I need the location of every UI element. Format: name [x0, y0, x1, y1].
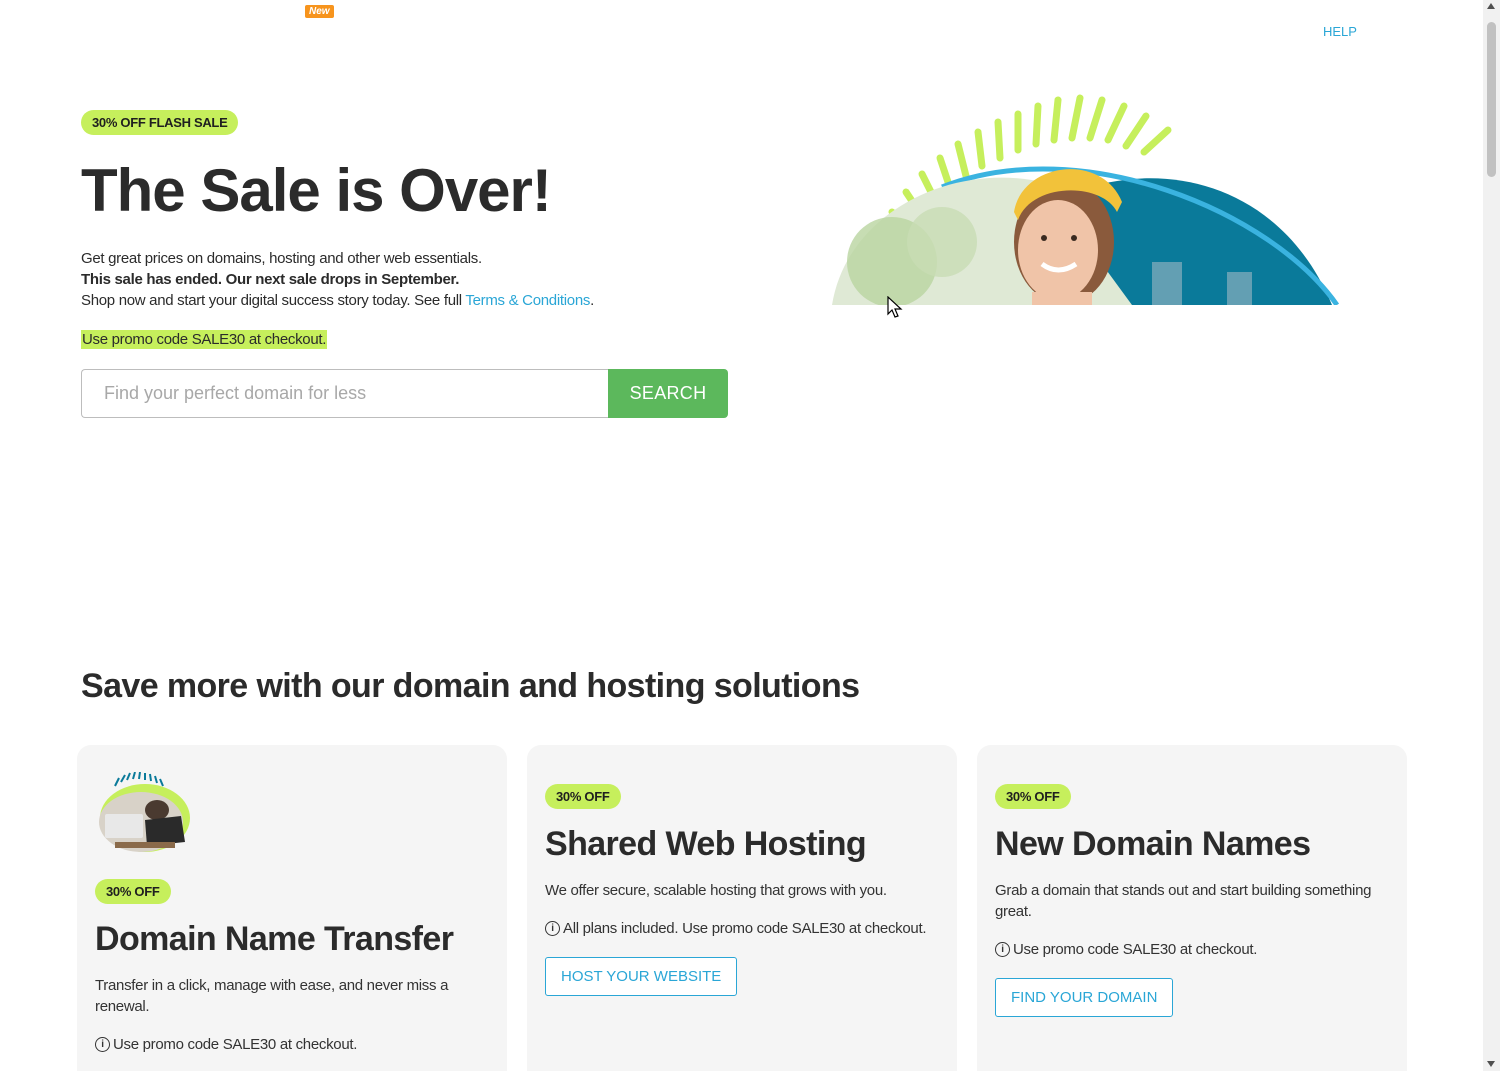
hero-desc-line-1: Get great prices on domains, hosting and…	[81, 250, 482, 267]
card-shared-hosting: 30% OFF Shared Web Hosting We offer secu…	[527, 745, 957, 1071]
card-title: Domain Name Transfer	[95, 920, 454, 958]
card-new-domain-names: 30% OFF New Domain Names Grab a domain t…	[977, 745, 1407, 1071]
promo-highlight: Use promo code SALE30 at checkout.	[81, 330, 328, 349]
hero-description: Get great prices on domains, hosting and…	[81, 248, 781, 311]
scroll-up-arrow-icon[interactable]	[1487, 3, 1495, 9]
discount-badge: 30% OFF	[545, 784, 621, 809]
help-link[interactable]: HELP	[1323, 24, 1357, 39]
info-icon: i	[995, 942, 1010, 957]
scrollbar-thumb[interactable]	[1487, 22, 1496, 177]
card-note: i Use promo code SALE30 at checkout.	[995, 941, 1389, 958]
card-domain-transfer: 30% OFF Domain Name Transfer Transfer in…	[77, 745, 507, 1071]
laptop-user-image	[99, 772, 190, 852]
terms-link[interactable]: Terms & Conditions	[465, 292, 590, 309]
section-title: Save more with our domain and hosting so…	[81, 667, 860, 705]
card-title: New Domain Names	[995, 825, 1311, 863]
vertical-scrollbar[interactable]	[1483, 0, 1500, 1071]
hero-desc-line-3: Shop now and start your digital success …	[81, 292, 594, 309]
mouse-cursor-icon	[887, 296, 903, 318]
scroll-down-arrow-icon[interactable]	[1487, 1061, 1495, 1067]
card-description: Grab a domain that stands out and start …	[995, 882, 1372, 920]
hero-desc-line-2: This sale has ended. Our next sale drops…	[81, 271, 460, 288]
domain-search-input[interactable]	[81, 369, 608, 418]
card-description: We offer secure, scalable hosting that g…	[545, 882, 887, 899]
hero-section: 30% OFF FLASH SALE The Sale is Over! Get…	[81, 110, 781, 349]
discount-badge: 30% OFF	[95, 879, 171, 904]
hero-title: The Sale is Over!	[81, 157, 552, 224]
card-title: Shared Web Hosting	[545, 825, 867, 863]
info-icon: i	[545, 921, 560, 936]
card-note: i Use promo code SALE30 at checkout.	[95, 1036, 489, 1053]
discount-badge: 30% OFF	[995, 784, 1071, 809]
host-your-website-button[interactable]: HOST YOUR WEBSITE	[545, 957, 738, 996]
new-badge: New	[305, 5, 334, 18]
domain-search-form: SEARCH	[81, 369, 728, 418]
card-description: Transfer in a click, manage with ease, a…	[95, 977, 449, 1015]
search-button[interactable]: SEARCH	[608, 369, 728, 418]
info-icon: i	[95, 1037, 110, 1052]
hero-illustration	[832, 94, 1340, 305]
flash-sale-badge: 30% OFF FLASH SALE	[81, 110, 239, 135]
card-note: i All plans included. Use promo code SAL…	[545, 920, 939, 937]
find-your-domain-button[interactable]: FIND YOUR DOMAIN	[995, 978, 1174, 1017]
